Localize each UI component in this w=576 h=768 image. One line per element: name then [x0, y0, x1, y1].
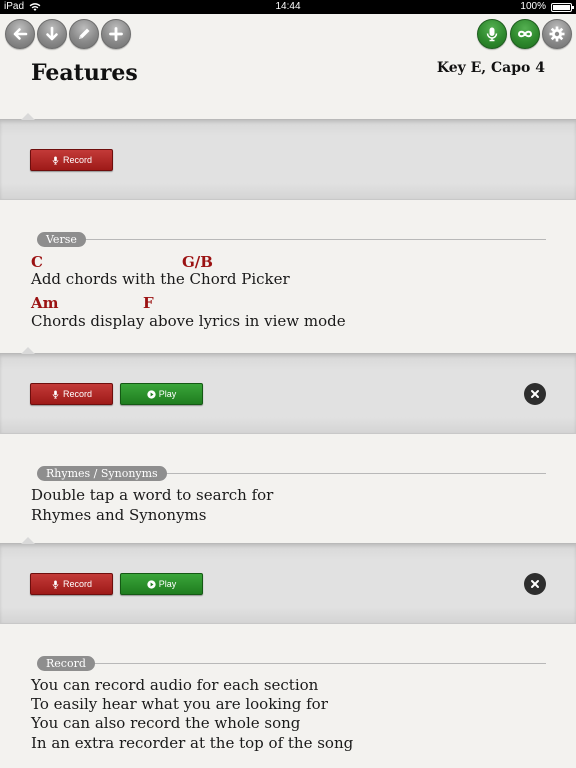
- lyric-line[interactable]: In an extra recorder at the top of the s…: [31, 734, 353, 752]
- play-button[interactable]: Play: [120, 573, 203, 595]
- battery-icon: [551, 3, 574, 12]
- gear-icon: [549, 26, 565, 42]
- bar-notch: [21, 347, 35, 354]
- settings-button[interactable]: [542, 19, 572, 49]
- chord[interactable]: F: [143, 294, 154, 312]
- bar-notch: [21, 537, 35, 544]
- play-button-label: Play: [158, 389, 177, 399]
- microphone-icon: [52, 579, 59, 589]
- record-button-label: Record: [62, 579, 92, 589]
- section-divider: [38, 663, 546, 664]
- lyric-line[interactable]: You can also record the whole song: [31, 714, 300, 732]
- microphone-icon: [486, 27, 498, 42]
- record-button[interactable]: Record: [30, 149, 113, 171]
- record-button[interactable]: Record: [30, 383, 113, 405]
- section-recorder-bar: Record Play: [0, 537, 576, 624]
- section-divider: [38, 239, 546, 240]
- bar-notch: [21, 113, 35, 120]
- lyric-line[interactable]: Chords display above lyrics in view mode: [31, 312, 346, 330]
- download-button[interactable]: [37, 19, 67, 49]
- delete-recording-button[interactable]: [524, 573, 546, 595]
- lyric-line[interactable]: Rhymes and Synonyms: [31, 506, 206, 524]
- back-arrow-icon: [13, 28, 28, 40]
- play-button-label: Play: [158, 579, 177, 589]
- microphone-icon: [52, 389, 59, 399]
- battery-percent: 100%: [520, 1, 546, 12]
- lyric-line[interactable]: Add chords with the Chord Picker: [31, 270, 290, 288]
- record-button-label: Record: [62, 155, 92, 165]
- play-icon: [147, 389, 156, 399]
- lyric-line[interactable]: To easily hear what you are looking for: [31, 695, 328, 713]
- loop-button[interactable]: [510, 19, 540, 49]
- loop-icon: [517, 30, 533, 38]
- lyric-line[interactable]: You can record audio for each section: [31, 676, 318, 694]
- status-bar: iPad 14:44 100%: [0, 0, 576, 14]
- pencil-icon: [79, 28, 90, 39]
- chord[interactable]: Am: [31, 294, 59, 312]
- page-title: Features: [31, 60, 138, 86]
- down-arrow-icon: [46, 26, 58, 41]
- lyric-line[interactable]: Double tap a word to search for: [31, 486, 273, 504]
- close-icon: [531, 390, 539, 398]
- key-capo-label: Key E, Capo 4: [436, 60, 545, 76]
- plus-icon: [109, 27, 123, 41]
- close-icon: [531, 580, 539, 588]
- status-time: 14:44: [275, 1, 301, 12]
- chord[interactable]: G/B: [182, 253, 213, 271]
- chord[interactable]: C: [31, 253, 43, 271]
- section-tag-record[interactable]: Record: [37, 656, 95, 671]
- add-button[interactable]: [101, 19, 131, 49]
- record-song-button[interactable]: [477, 19, 507, 49]
- section-recorder-bar: Record Play: [0, 347, 576, 434]
- section-tag-verse[interactable]: Verse: [37, 232, 86, 247]
- back-button[interactable]: [5, 19, 35, 49]
- record-button[interactable]: Record: [30, 573, 113, 595]
- play-icon: [147, 579, 156, 589]
- microphone-icon: [52, 155, 59, 165]
- record-button-label: Record: [62, 389, 92, 399]
- section-tag-rhymes[interactable]: Rhymes / Synonyms: [37, 466, 167, 481]
- play-button[interactable]: Play: [120, 383, 203, 405]
- song-recorder-bar: Record: [0, 113, 576, 200]
- delete-recording-button[interactable]: [524, 383, 546, 405]
- edit-button[interactable]: [69, 19, 99, 49]
